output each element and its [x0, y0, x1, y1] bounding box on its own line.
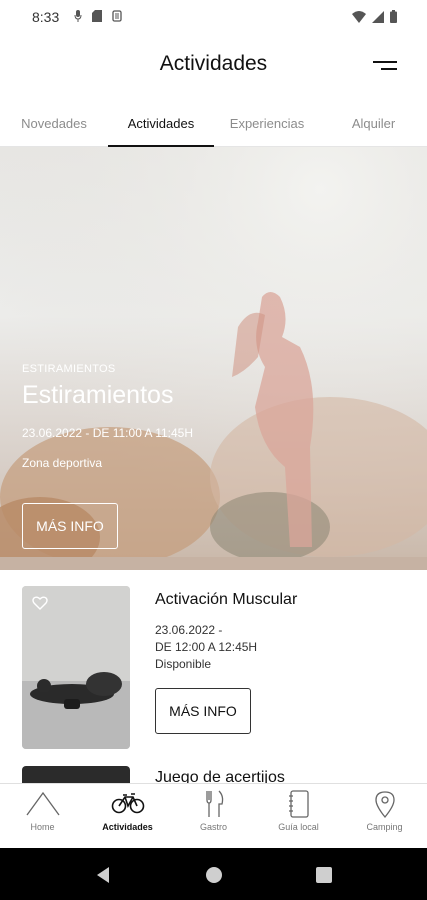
- activity-photo: [22, 586, 130, 749]
- bicycle-icon: [111, 793, 144, 814]
- wifi-icon: [352, 10, 366, 23]
- activity-availability: Disponible: [155, 657, 212, 671]
- status-bar: 8:33: [0, 0, 427, 36]
- activity-card[interactable]: Activación Muscular 23.06.2022 - DE 12:0…: [0, 570, 427, 765]
- battery-icon: [390, 10, 397, 23]
- nav-item-guia-local[interactable]: Guía local: [256, 784, 341, 849]
- recents-icon[interactable]: [316, 867, 332, 883]
- nav-item-camping[interactable]: Camping: [342, 784, 427, 849]
- system-navigation-bar: [0, 848, 427, 900]
- featured-activity-hero[interactable]: ESTIRAMIENTOS Estiramientos 23.06.2022 -…: [0, 147, 427, 570]
- nav-label: Guía local: [278, 822, 319, 832]
- activity-title: Activación Muscular: [155, 591, 298, 608]
- hero-category: ESTIRAMIENTOS: [22, 363, 116, 375]
- activity-more-info-button[interactable]: MÁS INFO: [155, 688, 251, 734]
- back-icon[interactable]: [95, 866, 111, 884]
- microphone-icon: [74, 10, 82, 22]
- page-title: Actividades: [159, 52, 268, 75]
- hero-title: Estiramientos: [22, 381, 174, 409]
- tab-experiencias[interactable]: Experiencias: [214, 100, 320, 146]
- hero-more-info-button[interactable]: MÁS INFO: [22, 503, 118, 549]
- tab-actividades[interactable]: Actividades: [108, 100, 214, 146]
- tab-alquiler[interactable]: Alquiler: [320, 100, 427, 146]
- bottom-navigation: Home Actividades Gastro Guía local Campi…: [0, 783, 427, 849]
- favorite-heart-icon[interactable]: [32, 596, 48, 610]
- notebook-icon: [288, 790, 309, 818]
- nav-label: Gastro: [199, 822, 227, 832]
- nav-item-home[interactable]: Home: [0, 784, 85, 849]
- storage-icon: [112, 10, 122, 22]
- nav-item-actividades[interactable]: Actividades: [85, 784, 170, 849]
- status-notification-icons: [74, 10, 122, 22]
- status-time: 8:33: [32, 9, 60, 25]
- nav-label: Actividades: [102, 822, 153, 832]
- nav-item-gastro[interactable]: Gastro: [171, 784, 256, 849]
- location-pin-icon: [374, 791, 395, 818]
- hero-location: Zona deportiva: [22, 456, 103, 470]
- tent-icon: [25, 791, 60, 816]
- activity-time: DE 12:00 A 12:45H: [155, 640, 258, 654]
- activity-date: 23.06.2022 -: [155, 623, 223, 637]
- app-header: Actividades: [0, 36, 427, 96]
- category-tabs: Novedades Actividades Experiencias Alqui…: [0, 100, 427, 147]
- activity-image: [22, 586, 130, 749]
- hero-date: 23.06.2022 - DE 11:00 A 11:45H: [22, 426, 194, 440]
- status-system-icons: [352, 10, 397, 23]
- menu-icon[interactable]: [371, 56, 399, 76]
- home-icon[interactable]: [205, 866, 223, 884]
- tab-novedades[interactable]: Novedades: [0, 100, 108, 146]
- nav-label: Home: [30, 822, 55, 832]
- activity-card[interactable]: Juego de acertijos: [0, 765, 427, 785]
- nav-label: Camping: [366, 822, 403, 832]
- sd-card-icon: [92, 10, 102, 22]
- signal-icon: [372, 10, 384, 23]
- fork-knife-icon: [205, 790, 223, 817]
